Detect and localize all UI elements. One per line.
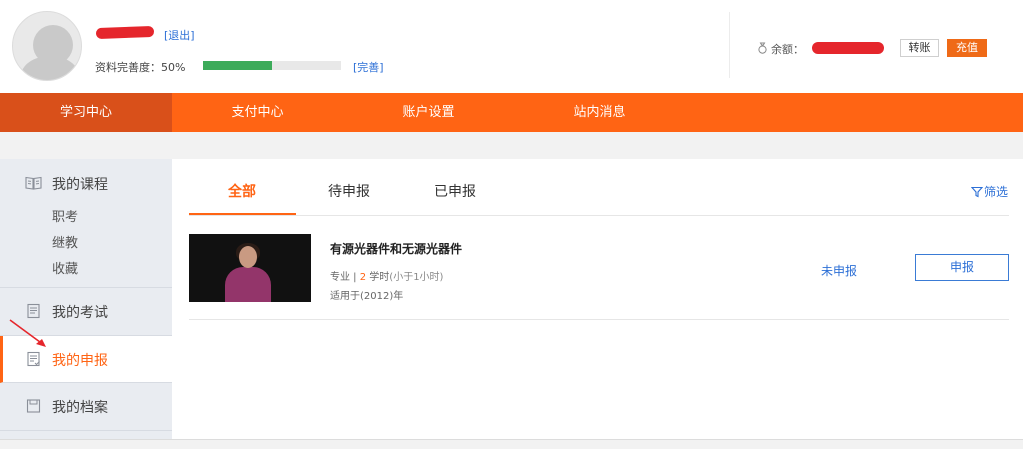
tab-all[interactable]: 全部 — [228, 181, 256, 201]
complete-profile-link[interactable]: [完善] — [353, 59, 384, 75]
sidebar-sub-continuing-education[interactable]: 继教 — [52, 232, 78, 251]
tab-declared[interactable]: 已申报 — [434, 181, 476, 201]
sidebar-item-my-exams: 我的考试 — [52, 305, 108, 321]
exam-paper-icon — [27, 303, 40, 319]
balance-label: 余额： — [771, 43, 804, 56]
nav-learning-center[interactable]: 学习中心 — [0, 93, 172, 132]
sidebar-group-courses: 我的课程 职考 继教 收藏 — [0, 159, 172, 288]
filter-icon — [970, 186, 984, 198]
course-meta: 专业 | 2 学时(小于1小时) — [330, 268, 443, 283]
avatar[interactable] — [12, 11, 82, 81]
avatar-body — [21, 56, 79, 80]
balance-redaction — [812, 42, 884, 54]
profile-completeness-label: 资料完善度：50% — [95, 61, 186, 74]
course-title[interactable]: 有源光器件和无源光器件 — [330, 240, 462, 257]
tab-pending[interactable]: 待申报 — [328, 181, 370, 201]
transfer-button[interactable]: 转账 — [900, 39, 939, 57]
sidebar-item-my-declarations: 我的申报 — [52, 353, 108, 369]
tab-divider — [189, 215, 1009, 216]
logout-link[interactable]: [退出] — [164, 27, 195, 43]
meta-separator: | — [350, 272, 360, 283]
declaration-status: 未申报 — [821, 264, 858, 278]
thumbnail-torso — [225, 267, 271, 302]
profile-progress-fill — [203, 61, 272, 70]
book-icon — [25, 176, 42, 190]
money-bag-icon — [758, 42, 767, 54]
declare-button[interactable]: 申报 — [915, 254, 1009, 281]
nav-payment-center[interactable]: 支付中心 — [172, 93, 343, 132]
sidebar-group-declare[interactable]: 我的申报 — [0, 336, 172, 383]
username-redaction — [95, 25, 155, 40]
recharge-button[interactable]: 充值 — [947, 39, 987, 57]
filter-label: 筛选 — [984, 185, 1009, 199]
course-category: 专业 — [330, 272, 350, 283]
sidebar-sub-favorites[interactable]: 收藏 — [52, 258, 78, 277]
sidebar-group-archive[interactable]: 我的档案 — [0, 383, 172, 431]
profile-progress-bar — [203, 61, 341, 70]
filter-button[interactable]: 筛选 — [970, 183, 1009, 200]
nav-account-settings[interactable]: 账户设置 — [343, 93, 514, 132]
sidebar-group-exams[interactable]: 我的考试 — [0, 288, 172, 336]
main-content: 全部 待申报 已申报 筛选 有源光器件和无源光器件 专业 | 2 学时(小于1小… — [172, 159, 1023, 439]
declaration-form-icon — [27, 351, 40, 367]
course-row: 有源光器件和无源光器件 专业 | 2 学时(小于1小时) 适用于(2012)年 … — [189, 234, 1009, 320]
header-divider — [729, 12, 730, 78]
course-video-thumbnail[interactable] — [189, 234, 311, 302]
header: [退出] 资料完善度：50% [完善] 余额： 转账 充值 — [0, 0, 1023, 93]
main-nav: 学习中心 支付中心 账户设置 站内消息 — [0, 93, 1023, 132]
sidebar: 我的课程 职考 继教 收藏 我的考试 我的申报 我的档案 — [0, 159, 172, 439]
course-applicable-year: 适用于(2012)年 — [330, 291, 404, 302]
sidebar-sub-professional-exam[interactable]: 职考 — [52, 206, 78, 225]
archive-folder-icon — [26, 399, 41, 413]
thumbnail-face — [239, 246, 257, 268]
course-hours-unit: 学时 — [366, 272, 390, 283]
sidebar-item-my-archive: 我的档案 — [52, 400, 108, 416]
course-hours-note: (小于1小时) — [389, 272, 444, 283]
sidebar-item-my-courses[interactable]: 我的课程 — [52, 174, 108, 194]
bottom-divider — [0, 439, 1023, 440]
nav-site-messages[interactable]: 站内消息 — [514, 93, 685, 132]
